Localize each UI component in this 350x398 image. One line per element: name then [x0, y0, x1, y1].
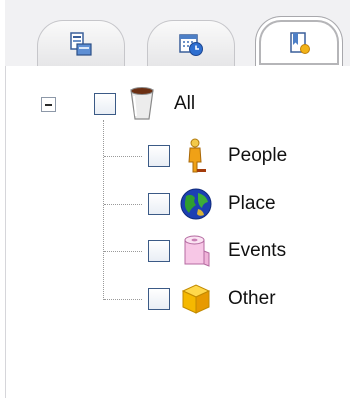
- tree-connector: [104, 299, 142, 300]
- tree-node-other[interactable]: Other: [148, 279, 276, 319]
- tree-node-all[interactable]: All: [94, 84, 195, 124]
- checkbox-events[interactable]: [148, 240, 170, 262]
- label-all: All: [174, 93, 196, 114]
- tree-node-people[interactable]: People: [148, 136, 287, 176]
- label-place: Place: [228, 193, 276, 214]
- tree-connector-vertical: [103, 120, 104, 300]
- tree-connector: [104, 156, 142, 157]
- calendar-roll-icon: [184, 235, 210, 267]
- category-panel: All People Place Events Other: [0, 0, 350, 398]
- checkbox-other[interactable]: [148, 288, 170, 310]
- layout-icon: [70, 31, 92, 56]
- collapse-toggle[interactable]: [41, 97, 56, 112]
- tree-connector: [104, 204, 142, 205]
- label-other: Other: [228, 288, 276, 309]
- tab-calendar[interactable]: [147, 20, 235, 66]
- checkbox-people[interactable]: [148, 145, 170, 167]
- tree-node-place[interactable]: Place: [148, 184, 276, 224]
- box-icon: [181, 284, 211, 314]
- tree-connector: [104, 251, 142, 252]
- tab-bar: [5, 0, 350, 68]
- tree-node-events[interactable]: Events: [148, 231, 286, 271]
- calendar-clock-icon: [179, 33, 203, 56]
- tab-bookmarks[interactable]: [255, 16, 343, 68]
- checkbox-place[interactable]: [148, 193, 170, 215]
- cup-icon: [130, 87, 154, 120]
- label-events: Events: [228, 240, 287, 261]
- checkbox-all[interactable]: [94, 93, 116, 115]
- person-icon: [188, 138, 206, 173]
- label-people: People: [228, 145, 288, 166]
- globe-icon: [180, 188, 212, 220]
- tab-layout[interactable]: [37, 20, 125, 66]
- bookmark-icon: [290, 31, 310, 54]
